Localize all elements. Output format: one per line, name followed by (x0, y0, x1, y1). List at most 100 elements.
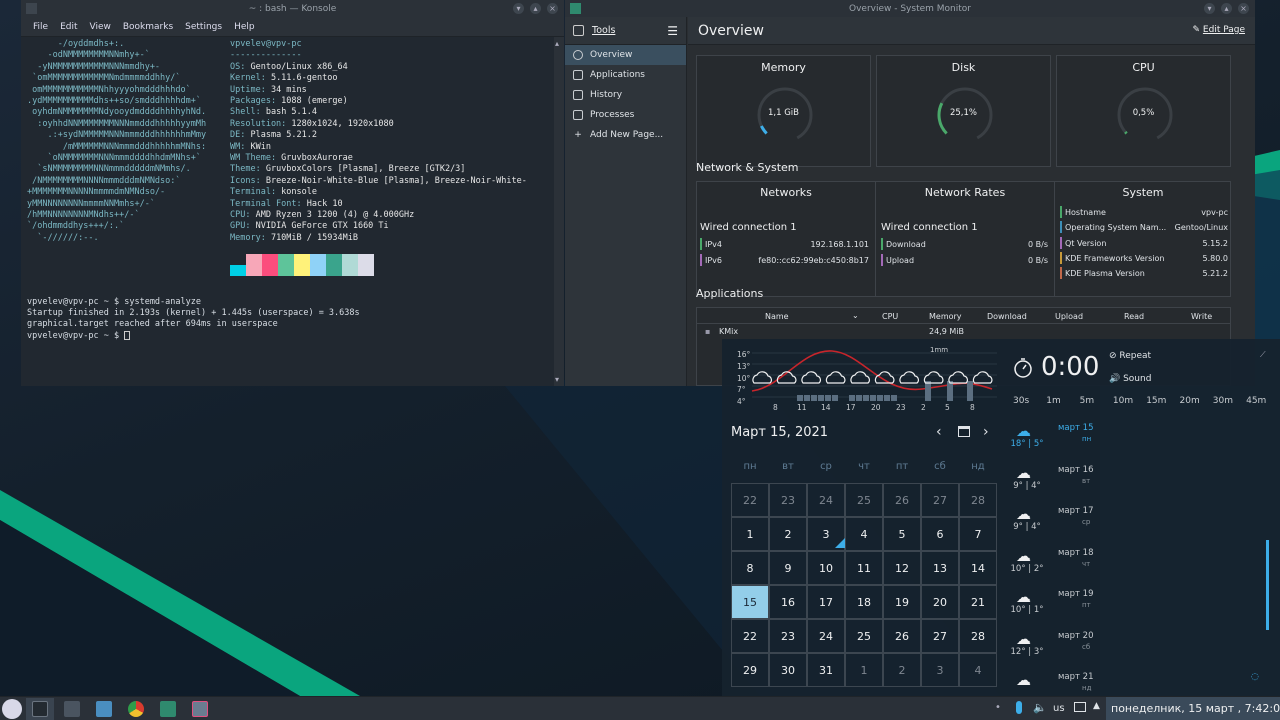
timer-preset-button[interactable]: 30s (1013, 396, 1029, 406)
menu-help[interactable]: Help (234, 22, 255, 32)
calendar-day[interactable]: 15 (731, 585, 769, 619)
calendar-day[interactable]: 1 (845, 653, 883, 687)
digital-clock[interactable]: понеделник, 15 март , 7:42:00 (1106, 697, 1280, 720)
timer-preset-button[interactable]: 5m (1080, 396, 1095, 406)
calendar-day[interactable]: 26 (883, 483, 921, 517)
edit-page-button[interactable]: ✎ Edit Page (1193, 25, 1245, 35)
timer-preset-button[interactable]: 30m (1213, 396, 1233, 406)
prev-month-icon[interactable]: ‹ (936, 424, 942, 440)
col-write[interactable]: Write (1191, 312, 1212, 321)
calendar-day[interactable]: 13 (921, 551, 959, 585)
calendar-day[interactable]: 10 (807, 551, 845, 585)
calendar-day[interactable]: 24 (807, 619, 845, 653)
calendar-day[interactable]: 4 (959, 653, 997, 687)
calendar-day[interactable]: 28 (959, 619, 997, 653)
calendar-day[interactable]: 30 (769, 653, 807, 687)
network-icon[interactable] (1074, 702, 1086, 712)
calendar-day[interactable]: 7 (959, 517, 997, 551)
tools-label[interactable]: Tools (592, 25, 615, 36)
minimize-icon[interactable]: ▾ (513, 3, 524, 14)
maximize-icon[interactable]: ▴ (530, 3, 541, 14)
calendar-day[interactable]: 14 (959, 551, 997, 585)
maximize-icon[interactable]: ▴ (1221, 3, 1232, 14)
next-month-icon[interactable]: › (983, 424, 989, 440)
scroll-up-icon[interactable]: ▴ (555, 39, 559, 48)
calendar-day[interactable]: 23 (769, 483, 807, 517)
timer-preset-button[interactable]: 1m (1046, 396, 1061, 406)
menu-settings[interactable]: Settings (185, 22, 222, 32)
nav-add-page[interactable]: + Add New Page... (565, 125, 686, 145)
col-memory[interactable]: Memory (929, 312, 962, 321)
screenshot-tool-icon[interactable] (192, 701, 208, 717)
calendar-day[interactable]: 31 (807, 653, 845, 687)
chrome-icon[interactable] (128, 701, 144, 717)
menu-file[interactable]: File (33, 22, 48, 32)
calendar-day[interactable]: 24 (807, 483, 845, 517)
col-download[interactable]: Download (987, 312, 1027, 321)
calendar-day[interactable]: 26 (883, 619, 921, 653)
calendar-day[interactable]: 27 (921, 619, 959, 653)
calendar-day[interactable]: 9 (769, 551, 807, 585)
col-upload[interactable]: Upload (1055, 312, 1083, 321)
timer-stopwatch-icon[interactable] (1012, 357, 1034, 379)
calendar-day[interactable]: 6 (921, 517, 959, 551)
calendar-day[interactable]: 19 (883, 585, 921, 619)
file-manager-icon[interactable] (96, 701, 112, 717)
col-read[interactable]: Read (1124, 312, 1144, 321)
application-launcher-icon[interactable] (2, 699, 22, 719)
col-cpu[interactable]: CPU (882, 312, 898, 321)
calendar-day[interactable]: 18 (845, 585, 883, 619)
calendar-day[interactable]: 1 (731, 517, 769, 551)
sysmon-scrollbar[interactable] (1247, 53, 1253, 383)
timer-preset-button[interactable]: 10m (1113, 396, 1133, 406)
nav-processes[interactable]: Processes (565, 105, 686, 125)
terminal-scrollbar[interactable]: ▴ ▾ (554, 37, 564, 386)
calendar-day[interactable]: 2 (769, 517, 807, 551)
calendar-day[interactable]: 20 (921, 585, 959, 619)
repeat-toggle[interactable]: ⊘ Repeat (1109, 351, 1151, 361)
calendar-day[interactable]: 28 (959, 483, 997, 517)
sort-chevron-icon[interactable]: ⌄ (852, 311, 859, 320)
terminal-output[interactable]: -/oyddmdhs+:. -odNMMMMMMMMNNmhy+-` -yNMM… (21, 37, 554, 386)
calendar-day[interactable]: 21 (959, 585, 997, 619)
calendar-day[interactable]: 29 (731, 653, 769, 687)
sysmon-titlebar[interactable]: Overview - System Monitor ▾ ▴ × (565, 0, 1255, 17)
scroll-down-icon[interactable]: ▾ (555, 375, 559, 384)
calendar-day[interactable]: 3 (921, 653, 959, 687)
calendar-day[interactable]: 22 (731, 483, 769, 517)
konsole-titlebar[interactable]: ~ : bash — Konsole ▾ ▴ × (21, 0, 564, 17)
pin-icon[interactable]: ⟋ (1260, 350, 1266, 360)
close-icon[interactable]: × (1238, 3, 1249, 14)
minimize-icon[interactable]: ▾ (1204, 3, 1215, 14)
calendar-day[interactable]: 2 (883, 653, 921, 687)
forecast-scrollbar[interactable] (1266, 540, 1269, 630)
calendar-day[interactable]: 25 (845, 619, 883, 653)
menu-bookmarks[interactable]: Bookmarks (123, 22, 173, 32)
table-row[interactable]: ▪ KMix 24,9 MiB (697, 325, 1230, 339)
tray-dot-icon[interactable]: • (995, 702, 1001, 713)
task-konsole[interactable] (26, 698, 54, 720)
nav-overview[interactable]: Overview (565, 45, 686, 65)
timer-preset-button[interactable]: 15m (1146, 396, 1166, 406)
calendar-day[interactable]: 27 (921, 483, 959, 517)
sound-toggle[interactable]: 🔊 Sound (1109, 374, 1151, 384)
col-name[interactable]: Name (765, 312, 789, 321)
tray-expand-icon[interactable]: ▲ (1093, 701, 1100, 711)
timer-display[interactable]: 0:00 (1041, 352, 1099, 382)
menu-view[interactable]: View (90, 22, 111, 32)
nav-applications[interactable]: Applications (565, 65, 686, 85)
calendar-day[interactable]: 11 (845, 551, 883, 585)
calendar-day[interactable]: 8 (731, 551, 769, 585)
volume-icon[interactable]: 🔈 (1033, 701, 1047, 714)
keyboard-layout[interactable]: us (1053, 703, 1065, 714)
calendar-day[interactable]: 5 (883, 517, 921, 551)
system-settings-icon[interactable] (64, 701, 80, 717)
calendar-day[interactable]: 16 (769, 585, 807, 619)
calendar-day[interactable]: 12 (883, 551, 921, 585)
calendar-day[interactable]: 23 (769, 619, 807, 653)
menu-edit[interactable]: Edit (60, 22, 77, 32)
calendar-day[interactable]: 4 (845, 517, 883, 551)
calendar-day[interactable]: 22 (731, 619, 769, 653)
calendar-day[interactable]: 25 (845, 483, 883, 517)
system-monitor-icon[interactable] (160, 701, 176, 717)
